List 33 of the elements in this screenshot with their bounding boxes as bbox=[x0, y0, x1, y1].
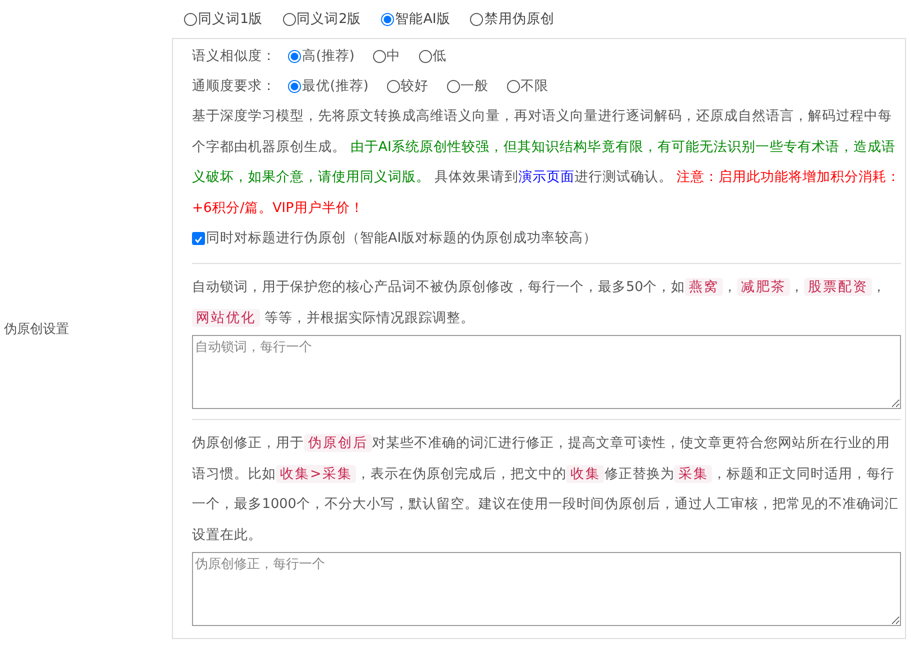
option-label: 高(推荐) bbox=[302, 47, 355, 65]
correction-input[interactable]: 伪原创修正，每行一个 bbox=[192, 552, 901, 626]
radio-button[interactable] bbox=[506, 80, 520, 92]
radio-button[interactable] bbox=[372, 50, 386, 62]
correction-description: 伪原创修正，用于 伪原创后 对某些不准确的词汇进行修正，提高文章可读性，使文章更符合您网站所在行业的用语习惯。比如 收集>采集 ，表示在伪原创完成后，把文中的 收集 修正替换为 采集 ，标题和正文同时适用，每行一个，最多1000个，不分大小写，默认留空。建议在使用一段时间伪原创后，通过人工审核，把常见的不准确词汇设置在此。 bbox=[192, 433, 900, 544]
radio-button[interactable] bbox=[446, 80, 460, 92]
option-label: 同义词2版 bbox=[296, 10, 362, 28]
option-label: 一般 bbox=[460, 77, 489, 95]
radio-button[interactable] bbox=[184, 12, 197, 26]
radio-button[interactable] bbox=[288, 50, 301, 62]
demo-page-link[interactable]: 演示页面 bbox=[518, 169, 574, 185]
option-label: 智能AI版 bbox=[395, 10, 450, 28]
field-label: 语义相似度： bbox=[192, 47, 276, 65]
checkbox[interactable] bbox=[192, 232, 205, 244]
radio-button[interactable] bbox=[470, 12, 484, 26]
settings-label: 伪原创设置 bbox=[4, 321, 69, 338]
option-label: 禁用伪原创 bbox=[484, 10, 554, 28]
option-label: 低 bbox=[432, 47, 447, 65]
lock-words-input[interactable]: 自动锁词，每行一个 bbox=[192, 335, 901, 409]
radio-button[interactable] bbox=[386, 80, 400, 92]
option-label: 同义词1版 bbox=[198, 10, 263, 28]
radio-button[interactable] bbox=[381, 12, 394, 26]
lock-words-description: 自动锁词，用于保护您的核心产品词不被伪原创修改，每行一个，最多50个，如 燕窝 ， 减肥茶 ， 股票配资 ， 网站优化 等等，并根据实际情况跟踪调整。 bbox=[192, 277, 888, 328]
option-label: 较好 bbox=[400, 77, 429, 95]
description-text: 基于深度学习模型，先将原文转换成高维语义向量，再对语义向量进行逐词解码，还原成自然语言，解码过程中每个字都由机器原创生成。 由于AI系统原创性较强，但其知识结构毕竟有限，有可能无法识别一些专有术语，造成语义破坏，如果介意，请使用同义词版。 具体效果请到演示页面进行测试确认。 注意：启用此功能将增加积分消耗：+6积分/篇。VIP用户半价！ bbox=[192, 107, 901, 218]
option-label: 中 bbox=[386, 47, 401, 65]
option-label: 不限 bbox=[520, 77, 549, 95]
radio-button[interactable] bbox=[418, 50, 432, 62]
radio-button[interactable] bbox=[282, 12, 296, 26]
checkbox-label: 同时对标题进行伪原创（智能AI版对标题的伪原创成功率较高） bbox=[206, 229, 598, 247]
option-label: 最优(推荐) bbox=[302, 77, 369, 95]
field-label: 通顺度要求： bbox=[192, 77, 276, 95]
radio-button[interactable] bbox=[288, 80, 301, 92]
